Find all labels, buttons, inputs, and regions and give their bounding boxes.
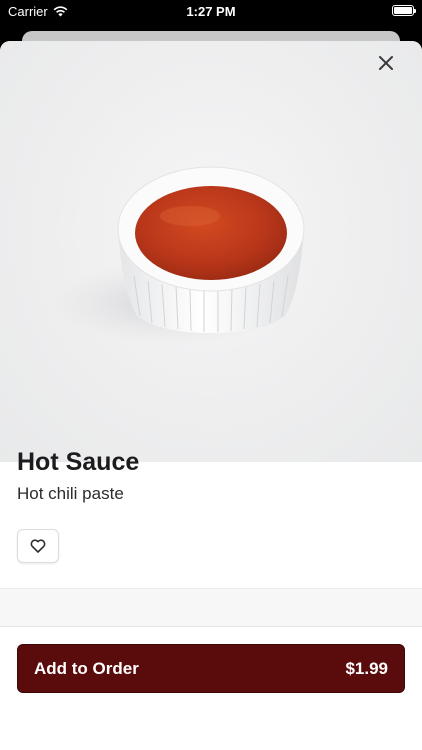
status-time: 1:27 PM	[186, 4, 236, 19]
product-details: Hot Sauce Hot chili paste	[17, 446, 405, 505]
status-bar: Carrier 1:27 PM	[0, 0, 422, 22]
add-to-order-button[interactable]: Add to Order $1.99	[17, 644, 405, 693]
section-divider	[0, 588, 422, 627]
close-icon	[379, 56, 393, 70]
heart-icon	[30, 539, 46, 553]
product-title: Hot Sauce	[17, 448, 140, 476]
price-label: $1.99	[345, 658, 388, 678]
battery-icon	[392, 5, 416, 16]
close-button[interactable]	[378, 55, 406, 83]
product-description: Hot chili paste	[17, 484, 124, 503]
add-to-order-label: Add to Order	[34, 658, 139, 678]
hot-sauce-ramekin-icon	[50, 166, 305, 345]
favorite-button[interactable]	[17, 529, 59, 563]
product-image	[0, 41, 422, 462]
